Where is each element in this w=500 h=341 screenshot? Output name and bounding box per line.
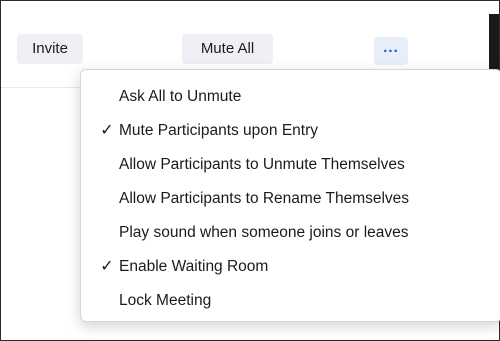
menu-item-mute-participants-upon-entry[interactable]: ✓ Mute Participants upon Entry [81, 114, 500, 148]
menu-item-lock-meeting[interactable]: Lock Meeting [81, 284, 500, 318]
menu-item-label: Play sound when someone joins or leaves [119, 224, 409, 241]
participants-panel: Invite Mute All ... Ask All to Unmute ✓ … [0, 0, 500, 341]
menu-item-label: Lock Meeting [119, 292, 212, 309]
menu-item-ask-all-to-unmute[interactable]: Ask All to Unmute [81, 80, 500, 114]
menu-item-label: Enable Waiting Room [119, 258, 269, 275]
menu-item-enable-waiting-room[interactable]: ✓ Enable Waiting Room [81, 250, 500, 284]
menu-item-allow-rename-themselves[interactable]: Allow Participants to Rename Themselves [81, 182, 500, 216]
check-icon: ✓ [100, 122, 114, 139]
invite-button[interactable]: Invite [17, 34, 83, 64]
menu-item-label: Allow Participants to Unmute Themselves [119, 156, 405, 173]
menu-item-allow-unmute-themselves[interactable]: Allow Participants to Unmute Themselves [81, 148, 500, 182]
more-options-menu: Ask All to Unmute ✓ Mute Participants up… [80, 69, 500, 322]
menu-item-label: Mute Participants upon Entry [119, 122, 319, 139]
menu-item-play-sound[interactable]: Play sound when someone joins or leaves [81, 216, 500, 250]
check-icon: ✓ [100, 258, 114, 275]
menu-item-label: Allow Participants to Rename Themselves [119, 190, 410, 207]
window-edge [489, 14, 499, 76]
mute-all-button[interactable]: Mute All [182, 34, 273, 64]
more-options-button[interactable]: ... [374, 37, 408, 65]
menu-item-label: Ask All to Unmute [119, 88, 242, 105]
